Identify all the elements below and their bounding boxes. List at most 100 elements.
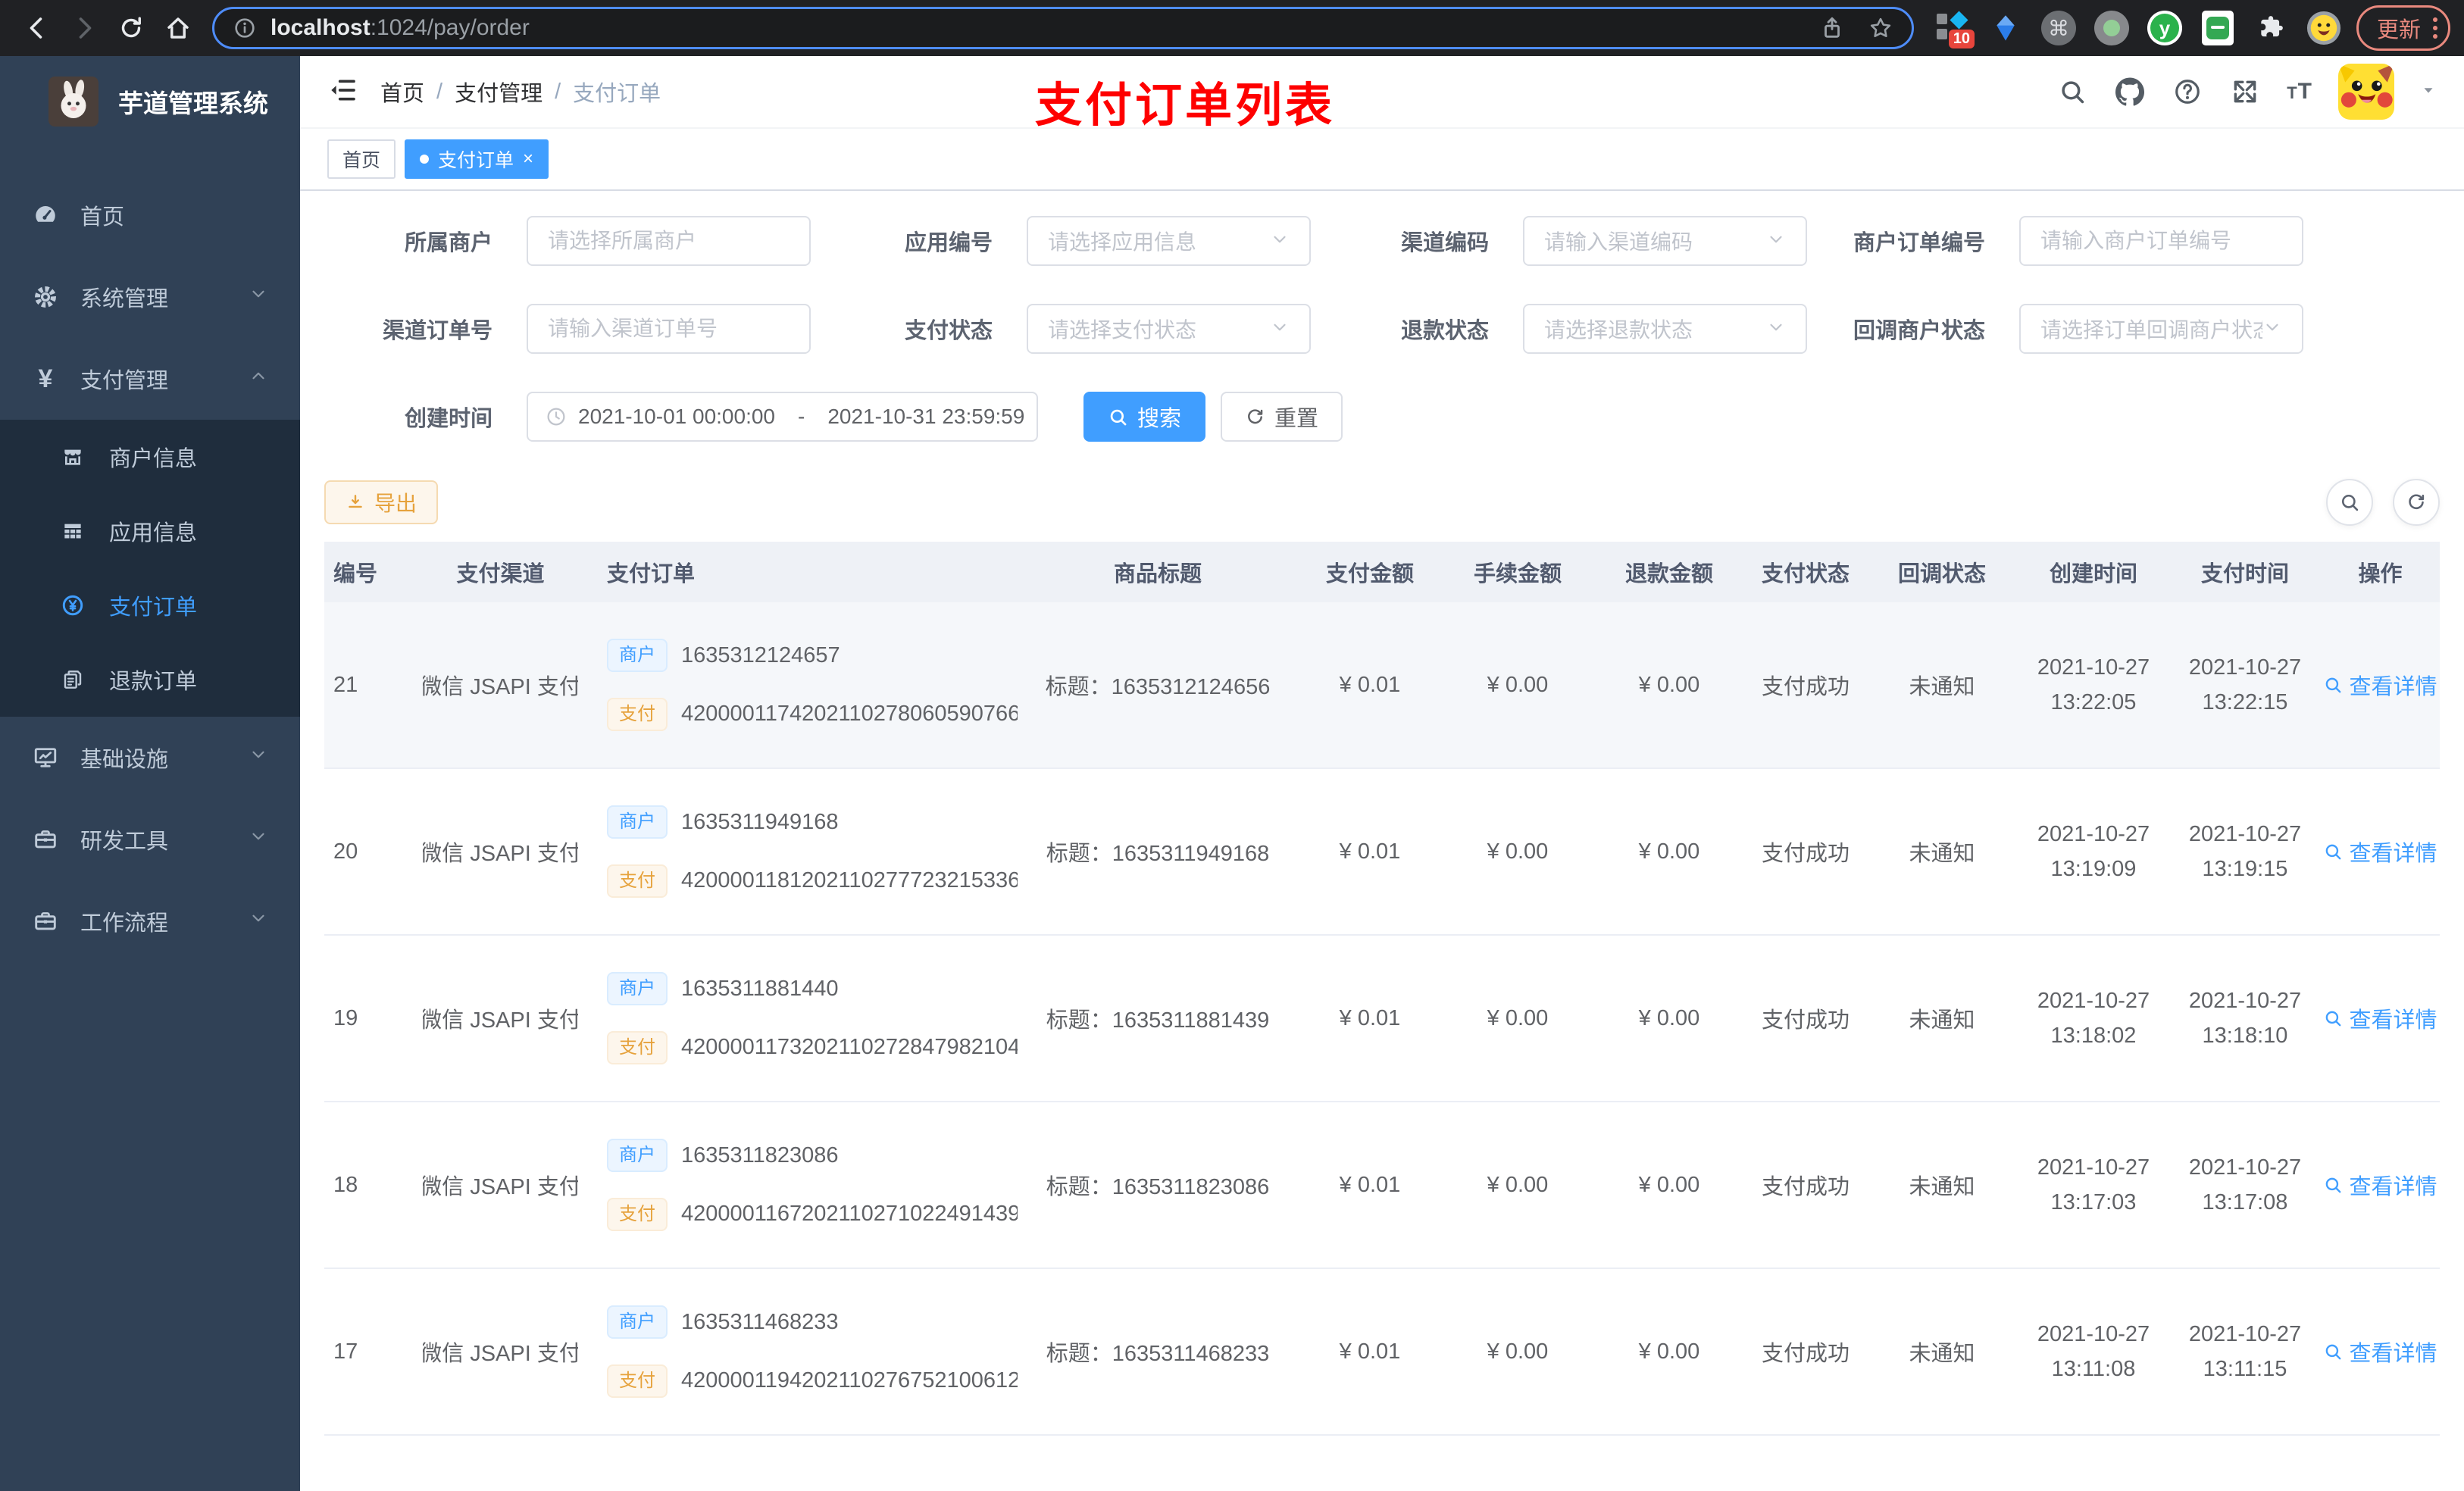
notify-status-select[interactable]: 请选择订单回调商户状态 xyxy=(2019,304,2303,354)
reset-button[interactable]: 重置 xyxy=(1221,392,1343,442)
merchant-badge: 商户 xyxy=(607,972,668,1005)
pay-status-cell: 支付成功 xyxy=(1761,1342,1850,1366)
pay-badge: 支付 xyxy=(607,698,668,731)
sidebar-item-refund-order[interactable]: 退款订单 xyxy=(0,642,300,717)
font-size-button[interactable]: TT xyxy=(2287,79,2312,105)
tab-支付订单[interactable]: 支付订单 × xyxy=(405,139,549,179)
extension-y-icon[interactable]: y xyxy=(2147,9,2182,47)
refund-amount-cell: ¥ 0.00 xyxy=(1638,839,1700,864)
bookmark-star-icon[interactable] xyxy=(1868,15,1893,41)
extension-emoji-icon[interactable] xyxy=(2306,9,2341,47)
close-tab-icon[interactable]: × xyxy=(523,150,533,168)
site-info-icon[interactable] xyxy=(233,16,257,40)
column-header-1: 支付渠道 xyxy=(456,562,545,586)
pay-order-no: 4200001167202110271022491439 xyxy=(681,1202,1018,1227)
view-detail-link[interactable]: 查看详情 xyxy=(2323,1336,2437,1368)
product-title-cell: 标题：1635311823086 xyxy=(1046,1175,1270,1199)
product-title-cell: 标题：1635312124656 xyxy=(1045,675,1271,699)
pay-channel-cell: 微信 JSAPI 支付 xyxy=(423,1342,578,1366)
create-time-cell: 2021-10-27 13:18:02 xyxy=(2018,983,2169,1053)
sidebar-item-infrastructure[interactable]: 基础设施 xyxy=(0,717,300,799)
breadcrumb-item[interactable]: 支付管理 xyxy=(455,76,543,108)
channel-order-no-input[interactable] xyxy=(527,304,811,354)
extension-command-icon[interactable]: ⌘ xyxy=(2040,9,2076,47)
sidebar-item-merchant-info[interactable]: 商户信息 xyxy=(0,420,300,494)
view-detail-link[interactable]: 查看详情 xyxy=(2323,836,2437,867)
browser-menu-icon[interactable] xyxy=(2433,17,2437,39)
chevron-down-icon xyxy=(249,908,268,934)
user-avatar[interactable] xyxy=(2338,64,2394,120)
action-cell: 查看详情 xyxy=(2321,836,2440,867)
browser-update-button[interactable]: 更新 xyxy=(2356,5,2450,51)
help-button[interactable] xyxy=(2172,76,2203,108)
extension-record-icon[interactable] xyxy=(2093,9,2129,47)
table-row[interactable]: 商户1635311251796 xyxy=(324,1436,2440,1491)
extension-blocks-icon[interactable]: 10 xyxy=(1935,9,1975,48)
search-button[interactable]: 搜索 xyxy=(1083,392,1206,442)
browser-forward-button[interactable] xyxy=(61,5,108,52)
channel-code-select[interactable]: 请输入渠道编码 xyxy=(1523,216,1807,266)
column-header-2: 支付订单 xyxy=(607,562,696,586)
product-title-cell: 标题：1635311881439 xyxy=(1046,1008,1270,1033)
table-row[interactable]: 19 微信 JSAPI 支付 商户 1635311881440 支付 4200001173… xyxy=(324,936,2440,1102)
view-detail-link[interactable]: 查看详情 xyxy=(2323,1002,2437,1034)
header-search-button[interactable] xyxy=(2056,76,2088,108)
sidebar-item-workflow[interactable]: 工作流程 xyxy=(0,880,300,962)
fee-amount-cell: ¥ 0.00 xyxy=(1487,1005,1549,1030)
extension-kite-icon[interactable] xyxy=(1988,9,2023,47)
view-detail-link[interactable]: 查看详情 xyxy=(2323,669,2437,701)
view-detail-link[interactable]: 查看详情 xyxy=(2323,1169,2437,1201)
sidebar-item-dev-tools[interactable]: 研发工具 xyxy=(0,799,300,880)
table-row[interactable]: 20 微信 JSAPI 支付 商户 1635311949168 支付 4200001181… xyxy=(324,769,2440,936)
sidebar-item-pay-order[interactable]: 支付订单 xyxy=(0,568,300,642)
merchant-input-field[interactable] xyxy=(548,229,790,253)
share-icon[interactable] xyxy=(1819,15,1845,41)
merchant-input[interactable] xyxy=(527,216,811,266)
extension-chat-icon[interactable] xyxy=(2200,9,2235,47)
create-time-range-input[interactable]: 2021-10-01 00:00:00 - 2021-10-31 23:59:5… xyxy=(527,392,1038,442)
app-logo[interactable]: 芋道管理系统 xyxy=(0,56,300,147)
user-menu-caret-icon[interactable] xyxy=(2420,82,2437,102)
sidebar-item-system[interactable]: 系统管理 xyxy=(0,256,300,338)
fullscreen-button[interactable] xyxy=(2229,76,2261,108)
sidebar-item-payment[interactable]: ¥ 支付管理 xyxy=(0,338,300,420)
fee-amount-cell: ¥ 0.00 xyxy=(1487,1339,1549,1364)
notify-status-cell: 未通知 xyxy=(1909,842,1975,866)
browser-home-button[interactable] xyxy=(155,5,202,52)
app-title: 芋道管理系统 xyxy=(118,89,268,117)
pay-status-select[interactable]: 请选择支付状态 xyxy=(1027,304,1311,354)
refund-status-select[interactable]: 请选择退款状态 xyxy=(1523,304,1807,354)
url-text[interactable]: localhost:1024/pay/order xyxy=(270,15,1819,41)
tab-首页[interactable]: 首页 xyxy=(327,139,396,179)
browser-reload-button[interactable] xyxy=(108,5,155,52)
github-link[interactable] xyxy=(2114,76,2146,108)
pay-status-label: 支付状态 xyxy=(904,319,993,343)
order-id-cell: 21 xyxy=(333,672,358,697)
pay-status-cell: 支付成功 xyxy=(1761,675,1850,699)
merchant-order-no-input[interactable] xyxy=(2019,216,2303,266)
sidebar-collapse-button[interactable] xyxy=(327,75,361,108)
product-title-cell: 标题：1635311949168 xyxy=(1046,842,1270,866)
address-bar[interactable]: localhost:1024/pay/order xyxy=(212,7,1914,49)
pay-order-line: 支付 4200001173202110272847982104 xyxy=(607,1031,1018,1064)
sidebar-item-home[interactable]: 首页 xyxy=(0,174,300,256)
table-row[interactable]: 18 微信 JSAPI 支付 商户 1635311823086 支付 4200001167… xyxy=(324,1102,2440,1269)
merchant-order-no-input-field[interactable] xyxy=(2040,229,2282,253)
create-time-value: 2021-10-27 13:18:02 xyxy=(2037,989,2150,1048)
toggle-search-button[interactable] xyxy=(2326,479,2373,526)
column-header-6: 退款金额 xyxy=(1624,562,1713,586)
browser-back-button[interactable] xyxy=(14,5,61,52)
table-row[interactable]: 21 微信 JSAPI 支付 商户 1635312124657 支付 4200001174… xyxy=(324,602,2440,769)
extensions-puzzle-icon[interactable] xyxy=(2253,9,2288,47)
app-no-select[interactable]: 请选择应用信息 xyxy=(1027,216,1311,266)
create-time-cell: 2021-10-27 13:11:08 xyxy=(2018,1317,2169,1386)
export-button[interactable]: 导出 xyxy=(324,480,439,524)
channel-order-no-input-field[interactable] xyxy=(548,317,790,341)
table-row[interactable]: 17 微信 JSAPI 支付 商户 1635311468233 支付 4200001194… xyxy=(324,1269,2440,1436)
merchant-order-line: 商户 1635311881440 xyxy=(607,972,1018,1005)
breadcrumb-item[interactable]: 首页 xyxy=(380,76,424,108)
sidebar-item-app-info[interactable]: 应用信息 xyxy=(0,494,300,568)
refresh-table-button[interactable] xyxy=(2393,479,2440,526)
pay-badge: 支付 xyxy=(607,1198,668,1231)
search-icon xyxy=(2341,494,2359,511)
